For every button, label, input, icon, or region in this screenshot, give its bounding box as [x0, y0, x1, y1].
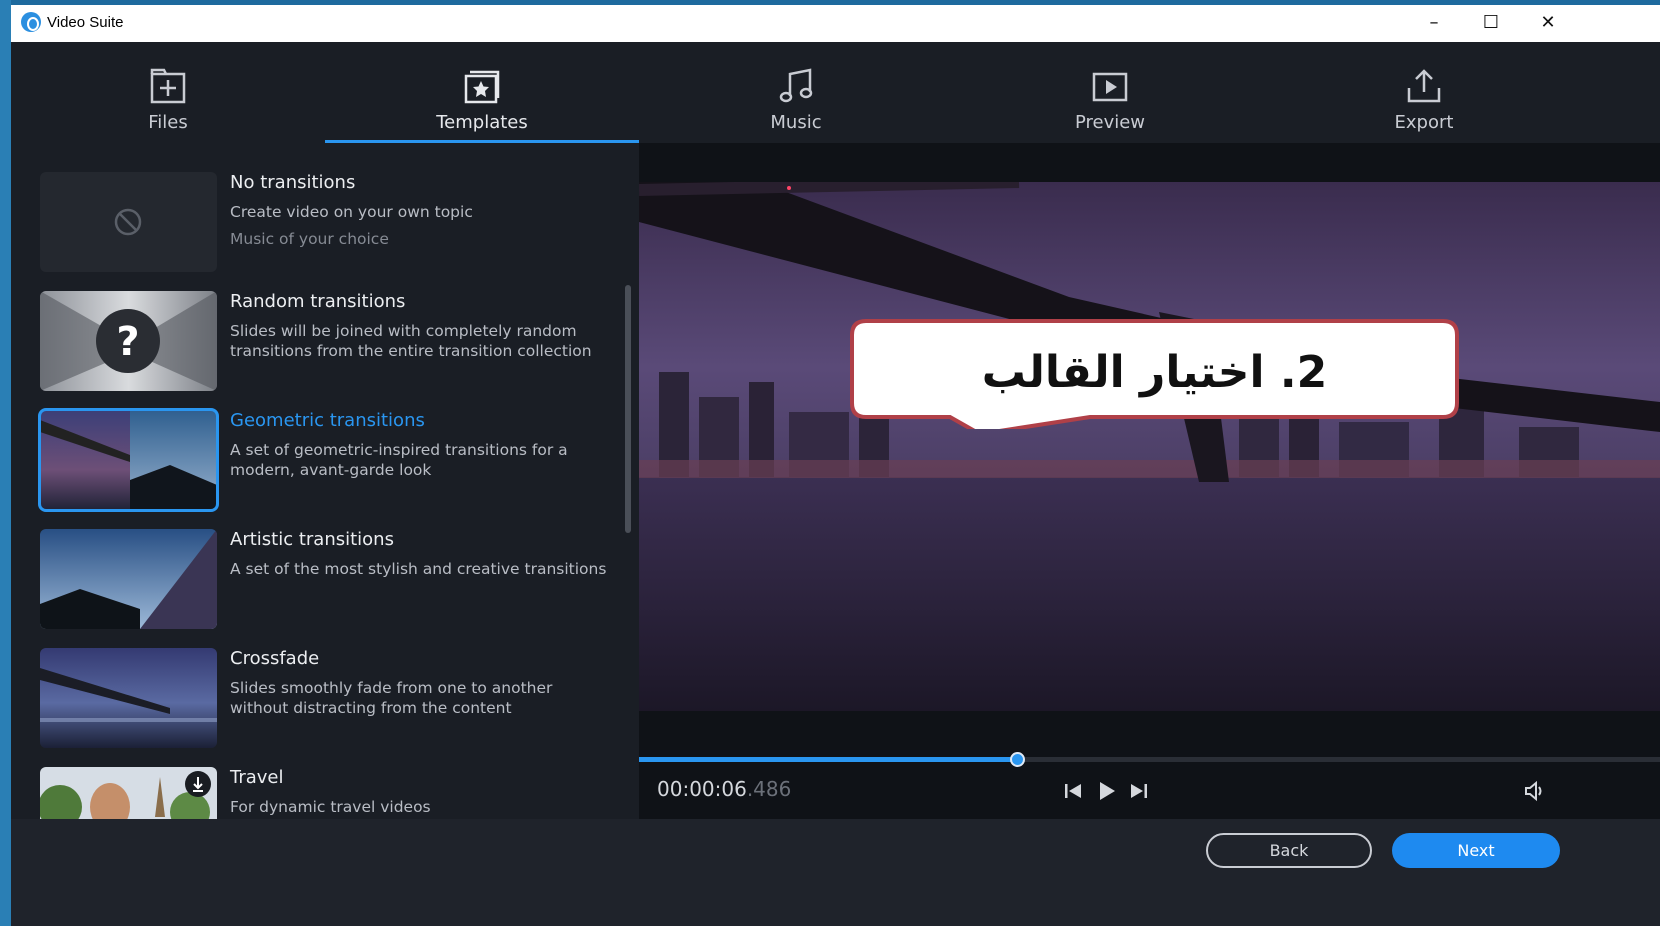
- video-preview[interactable]: [639, 182, 1660, 711]
- template-description: For dynamic travel videos: [230, 798, 431, 816]
- template-description: Slides smoothly fade from one to another…: [230, 679, 553, 717]
- template-description: A set of the most stylish and creative t…: [230, 560, 607, 578]
- play-preview-icon: [1092, 72, 1128, 102]
- template-description: Slides will be joined with completely ra…: [230, 322, 592, 360]
- close-button[interactable]: ✕: [1520, 5, 1576, 42]
- title-bar: Video Suite – ☐ ✕: [11, 5, 1660, 42]
- main-tabs: Files Templates Music Preview Export: [11, 42, 1660, 143]
- tab-templates[interactable]: Templates: [325, 42, 639, 143]
- template-item-no-transitions[interactable]: No transitions Create video on your own …: [40, 172, 620, 272]
- play-icon[interactable]: [1094, 779, 1118, 803]
- skip-back-icon[interactable]: [1061, 779, 1085, 803]
- template-name: Travel: [230, 767, 284, 788]
- template-star-icon: [464, 70, 500, 104]
- seek-progress: [639, 757, 1017, 762]
- template-name: Crossfade: [230, 648, 320, 669]
- tab-label: Files: [148, 112, 188, 133]
- preview-panel: 00:00:06.486: [639, 143, 1660, 819]
- list-scrollbar[interactable]: [625, 285, 631, 533]
- back-button[interactable]: Back: [1206, 833, 1372, 868]
- annotation-text: 2. اختيار القالب: [981, 347, 1328, 398]
- tab-label: Music: [770, 112, 822, 133]
- add-file-icon: [150, 68, 186, 104]
- template-list: No transitions Create video on your own …: [11, 143, 638, 819]
- template-item-geometric-transitions[interactable]: Geometric transitions A set of geometric…: [38, 408, 620, 512]
- template-thumbnail: [40, 172, 217, 272]
- template-name: Random transitions: [230, 291, 406, 312]
- tab-label: Export: [1394, 112, 1454, 133]
- no-entry-icon: [114, 208, 142, 236]
- template-thumbnail-selected: [38, 408, 219, 512]
- next-button[interactable]: Next: [1392, 833, 1560, 868]
- window-title: Video Suite: [47, 14, 124, 31]
- template-item-crossfade[interactable]: Crossfade Slides smoothly fade from one …: [40, 648, 620, 748]
- template-description: A set of geometric-inspired transitions …: [230, 441, 568, 479]
- volume-icon[interactable]: [1523, 779, 1547, 803]
- minimize-button[interactable]: –: [1406, 5, 1462, 42]
- music-note-icon: [779, 68, 813, 103]
- time-display: 00:00:06.486: [657, 777, 791, 801]
- template-music-note: Music of your choice: [230, 230, 389, 248]
- maximize-button[interactable]: ☐: [1463, 5, 1519, 42]
- template-thumbnail: [40, 648, 217, 748]
- template-item-random-transitions[interactable]: ? Random transitions Slides will be join…: [40, 291, 620, 391]
- template-name: No transitions: [230, 172, 356, 193]
- preview-image: [639, 182, 1660, 711]
- time-main: 00:00:06: [657, 777, 747, 801]
- tab-label: Templates: [436, 112, 528, 133]
- tab-music[interactable]: Music: [639, 42, 953, 143]
- template-description: Create video on your own topic: [230, 203, 473, 221]
- svg-text:?: ?: [116, 319, 139, 365]
- footer-bar: Back Next: [11, 819, 1660, 926]
- template-thumbnail: [40, 529, 217, 629]
- template-thumbnail: ?: [40, 291, 217, 391]
- annotation-callout: 2. اختيار القالب: [850, 319, 1459, 429]
- template-item-artistic-transitions[interactable]: Artistic transitions A set of the most s…: [40, 529, 620, 629]
- template-thumbnail: [40, 767, 217, 819]
- tab-export[interactable]: Export: [1267, 42, 1581, 143]
- seek-handle[interactable]: [1009, 752, 1025, 767]
- skip-forward-icon[interactable]: [1127, 779, 1151, 803]
- app-window: Video Suite – ☐ ✕ Files Templates Music …: [11, 5, 1660, 926]
- template-item-travel[interactable]: Travel For dynamic travel videos: [40, 767, 620, 819]
- time-milliseconds: .486: [746, 777, 792, 801]
- desktop-edge: [0, 0, 11, 926]
- tab-files[interactable]: Files: [11, 42, 325, 143]
- template-name: Geometric transitions: [230, 410, 425, 431]
- export-upload-icon: [1407, 69, 1441, 103]
- tab-label: Preview: [1074, 112, 1146, 133]
- seek-bar[interactable]: [639, 752, 1660, 767]
- tab-preview[interactable]: Preview: [953, 42, 1267, 143]
- template-name: Artistic transitions: [230, 529, 394, 550]
- app-logo-icon: [21, 12, 41, 32]
